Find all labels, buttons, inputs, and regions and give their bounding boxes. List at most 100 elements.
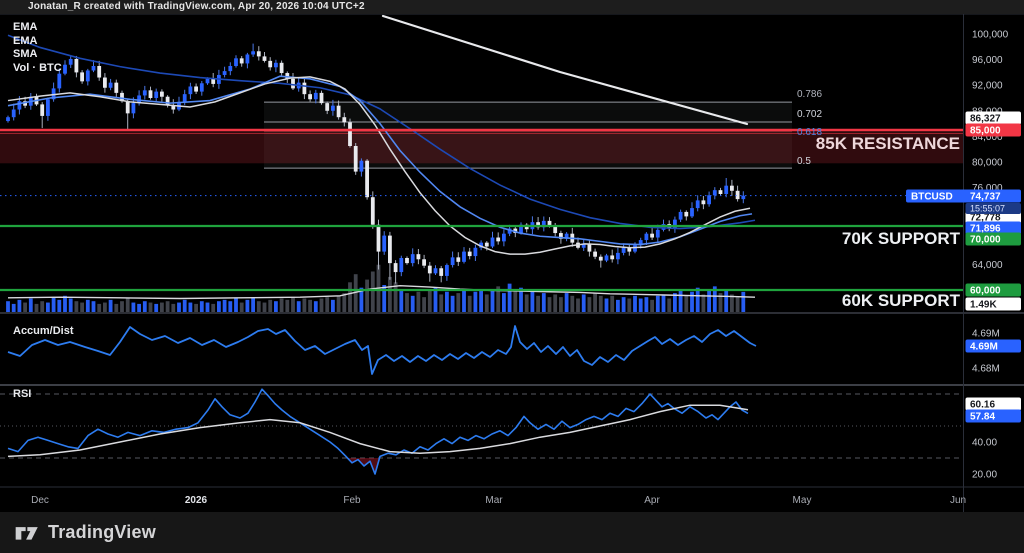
volume-bar bbox=[473, 291, 478, 312]
volume-bar bbox=[274, 301, 278, 312]
volume-bar bbox=[251, 297, 255, 312]
candle-body bbox=[17, 101, 22, 110]
candle-body bbox=[353, 146, 358, 172]
volume-bar bbox=[530, 291, 535, 312]
volume-bar bbox=[114, 303, 119, 312]
candle-body bbox=[331, 105, 335, 111]
volume-bar bbox=[638, 298, 643, 312]
candle-body bbox=[467, 251, 472, 257]
candle-body bbox=[40, 104, 45, 116]
volume-bar bbox=[724, 289, 729, 312]
candle-body bbox=[496, 237, 501, 242]
candle-body bbox=[85, 70, 90, 82]
candle-body bbox=[393, 263, 398, 273]
chart-canvas[interactable]: 100,00096,00092,00088,00084,00080,00076,… bbox=[0, 0, 1024, 553]
volume-bar bbox=[256, 301, 261, 312]
candle-body bbox=[325, 103, 330, 111]
volume-bar bbox=[46, 302, 50, 312]
volume-bar bbox=[313, 301, 318, 312]
candle-body bbox=[365, 160, 369, 198]
candle-body bbox=[6, 117, 10, 122]
volume-bar bbox=[17, 299, 22, 312]
price-axis[interactable]: 100,00096,00092,00088,00084,00080,00076,… bbox=[965, 30, 1022, 481]
attribution-text: Jonatan_R created with TradingView.com, … bbox=[28, 1, 365, 12]
volume-bar bbox=[268, 299, 273, 312]
time-label-Mar: Mar bbox=[485, 495, 503, 506]
candle-body bbox=[462, 251, 466, 262]
tradingview-brand-text[interactable]: TradingView bbox=[48, 522, 156, 543]
volume-bar bbox=[325, 297, 330, 312]
volume-bar bbox=[68, 298, 73, 312]
volume-bar bbox=[302, 298, 307, 312]
candle-body bbox=[439, 268, 444, 276]
volume-bar bbox=[28, 298, 33, 312]
legend-vol[interactable]: Vol · BTC bbox=[13, 62, 62, 76]
time-label-Dec: Dec bbox=[31, 495, 49, 506]
candle-body bbox=[313, 92, 318, 100]
volume-bar bbox=[336, 295, 341, 312]
candle-body bbox=[234, 58, 238, 66]
volume-bar bbox=[741, 291, 746, 312]
volume-bar bbox=[467, 295, 472, 312]
volume-bar bbox=[57, 299, 62, 312]
legend-ema-1[interactable]: EMA bbox=[13, 21, 62, 35]
candle-body bbox=[74, 58, 79, 73]
rsi-label[interactable]: RSI bbox=[13, 388, 31, 400]
volume-bar bbox=[735, 297, 740, 312]
volume-bar bbox=[399, 290, 404, 312]
volume-bar bbox=[547, 297, 552, 312]
volume-bar bbox=[165, 301, 170, 312]
volume-bar bbox=[690, 291, 694, 312]
rsi-value-badge: 60.16 bbox=[970, 400, 995, 411]
volume-bar bbox=[479, 289, 483, 312]
candle-body bbox=[97, 66, 102, 78]
volume-bar bbox=[433, 287, 438, 312]
volume-bar bbox=[490, 290, 495, 312]
volume-bar bbox=[405, 293, 409, 312]
accum-dist-label[interactable]: Accum/Dist bbox=[13, 325, 74, 337]
candle-body bbox=[650, 233, 654, 238]
price-badge: 85,000 bbox=[970, 126, 1001, 137]
volume-bar bbox=[217, 301, 221, 312]
candle-body bbox=[108, 82, 113, 88]
volume-bar bbox=[553, 294, 558, 312]
candle-body bbox=[182, 94, 187, 102]
candle-body bbox=[256, 51, 261, 57]
rsi-tick: 40.00 bbox=[972, 438, 997, 449]
candle-body bbox=[142, 90, 147, 96]
candle-body bbox=[376, 224, 381, 252]
indicator-legend: EMA EMA SMA Vol · BTC bbox=[13, 21, 62, 75]
candle-body bbox=[610, 255, 615, 260]
candle-body bbox=[46, 99, 50, 116]
volume-bar bbox=[410, 295, 415, 312]
candle-body bbox=[57, 73, 62, 89]
candle-body bbox=[279, 62, 284, 74]
candle-body bbox=[205, 78, 210, 84]
time-axis[interactable]: Dec 2026 Feb Mar Apr May Jun bbox=[31, 495, 966, 506]
volume-bar bbox=[142, 301, 147, 312]
price-tick: 100,000 bbox=[972, 30, 1009, 41]
legend-ema-2[interactable]: EMA bbox=[13, 35, 62, 49]
candle-body bbox=[262, 56, 267, 61]
accum-dist-line bbox=[7, 325, 757, 375]
legend-sma[interactable]: SMA bbox=[13, 48, 62, 62]
candle-body bbox=[684, 211, 689, 217]
candle-body bbox=[228, 66, 233, 72]
candle-body bbox=[655, 229, 660, 238]
volume-bar bbox=[85, 299, 90, 312]
volume-bar bbox=[199, 301, 204, 312]
volume-bar bbox=[194, 303, 198, 312]
candle-body bbox=[633, 245, 637, 252]
candle-body bbox=[399, 258, 404, 273]
candle-body bbox=[382, 235, 387, 252]
candle-body bbox=[63, 64, 67, 74]
volume-bar bbox=[34, 303, 39, 312]
candle-body bbox=[68, 58, 73, 65]
tradingview-logo-icon[interactable] bbox=[14, 521, 39, 545]
time-label-Jun: Jun bbox=[950, 495, 966, 506]
candle-body bbox=[502, 233, 506, 242]
volume-ma-line bbox=[7, 284, 756, 300]
candle-body bbox=[348, 122, 352, 146]
volume-bar bbox=[450, 295, 455, 312]
candle-body bbox=[490, 237, 495, 247]
